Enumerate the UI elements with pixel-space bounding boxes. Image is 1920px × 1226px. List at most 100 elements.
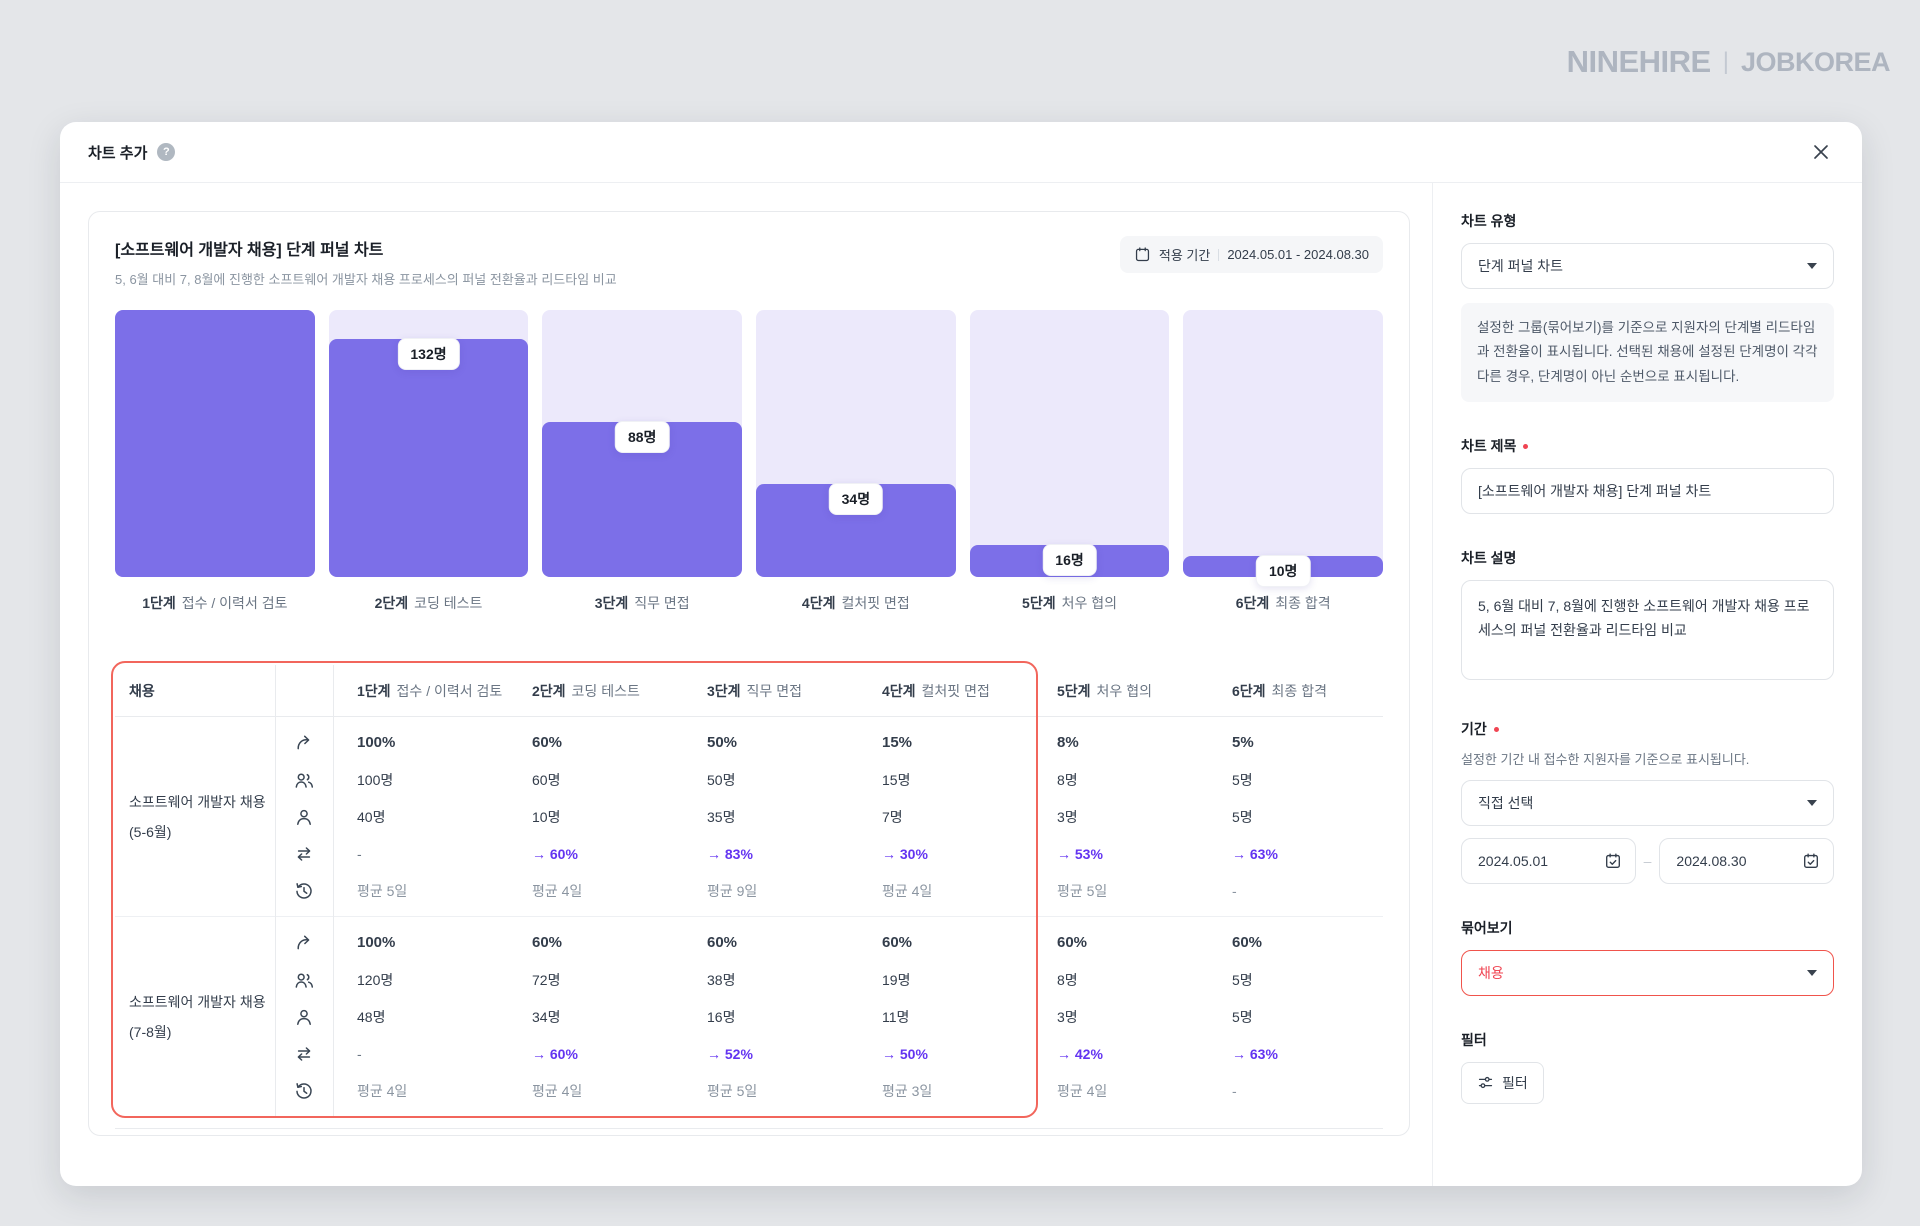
people-icon — [295, 772, 314, 788]
funnel-bar-track: 16명 — [969, 310, 1170, 577]
funnel-stage-label: 1단계 접수 / 이력서 검토 — [142, 595, 288, 611]
period-type-select-value: 직접 선택 — [1478, 794, 1534, 811]
table-cell: 16명 — [707, 1008, 736, 1025]
end-date-input[interactable]: 2024.08.30 — [1659, 837, 1835, 884]
table-group: 소프트웨어 개발자 채용 (7-8월) 100% 60% 60% 60% 60% 60% 12… — [115, 916, 1383, 1116]
table-cell: 11명 — [882, 1008, 910, 1025]
chart-card-header: [소프트웨어 개발자 채용] 단계 퍼널 차트 5, 6월 대비 7, 8월에 … — [115, 236, 1383, 288]
table-header-stage: 2단계 코딩 테스트 — [532, 682, 640, 699]
funnel-bar-track — [115, 310, 315, 577]
close-button[interactable] — [1806, 137, 1836, 167]
funnel-table-grid: 채용 1단계 접수 / 이력서 검토 2단계 코딩 테스트 3단계 직무 면접 4단계 컬처핏 … — [115, 665, 1383, 1116]
chart-desc-field: 차트 설명 5, 6월 대비 7, 8월에 진행한 소프트웨어 개발자 채용 프… — [1461, 548, 1834, 685]
period-field: 기간 설정한 기간 내 접수한 지원자를 기준으로 표시됩니다. 직접 선택 2… — [1461, 719, 1835, 884]
funnel-table: 채용 1단계 접수 / 이력서 검토 2단계 코딩 테스트 3단계 직무 면접 4단계 컬처핏 … — [111, 661, 1383, 1129]
conversion-arrow-icon — [297, 735, 310, 749]
table-cell: 8% — [1057, 734, 1079, 751]
table-cell: → 60% — [532, 1045, 578, 1062]
table-cell: 3명 — [1057, 1008, 1078, 1025]
table-cell: 60% — [1057, 934, 1088, 951]
table-cell: 100% — [357, 934, 396, 951]
chart-subtitle: 5, 6월 대비 7, 8월에 진행한 소프트웨어 개발자 채용 프로세스의 퍼… — [115, 272, 617, 287]
table-cell: 60% — [532, 734, 563, 751]
table-cell: 19명 — [882, 971, 911, 988]
funnel-stage-label: 4단계 컬처핏 면접 — [801, 595, 910, 611]
badge-separator — [1218, 248, 1220, 261]
chart-title-input[interactable] — [1461, 467, 1834, 514]
funnel-bar-fill — [328, 339, 529, 577]
metric-people — [294, 770, 314, 790]
table-cell: 평균 3일 — [882, 1082, 933, 1099]
table-cell: - — [357, 1045, 362, 1062]
modal-title: 차트 추가 — [88, 144, 148, 162]
table-cell: → 60% — [532, 845, 578, 862]
period-type-select[interactable]: 직접 선택 — [1461, 779, 1834, 826]
chevron-down-icon — [1807, 263, 1817, 269]
date-range-dash: – — [1643, 852, 1652, 869]
chart-title-field: 차트 제목 — [1461, 436, 1834, 514]
funnel-stage-label: 3단계 직무 면접 — [594, 595, 690, 611]
table-cell: 평균 9일 — [707, 882, 758, 899]
table-cell: 5명 — [1232, 1008, 1253, 1025]
table-cell: 100명 — [357, 771, 394, 788]
table-cell: 15명 — [882, 771, 911, 788]
calendar-check-icon — [1804, 853, 1818, 868]
metric-history-clock — [294, 1081, 314, 1101]
table-header-stage: 5단계 처우 협의 — [1057, 682, 1152, 699]
funnel-bar-track: 132명 — [328, 310, 529, 577]
start-date-input[interactable]: 2024.05.01 — [1461, 837, 1636, 884]
chart-type-select[interactable]: 단계 퍼널 차트 — [1461, 243, 1834, 289]
table-cell: 60% — [707, 934, 738, 951]
period-badge-value: 2024.05.01 - 2024.08.30 — [1227, 247, 1369, 262]
group-by-field: 묶어보기 채용 — [1461, 918, 1834, 996]
metric-person — [294, 807, 314, 827]
chart-desc-textarea[interactable]: 5, 6월 대비 7, 8월에 진행한 소프트웨어 개발자 채용 프로세스의 퍼… — [1461, 579, 1834, 680]
chevron-down-icon — [1807, 969, 1817, 976]
table-cell: 평균 4일 — [532, 1082, 583, 1099]
table-cell: 평균 5일 — [1057, 882, 1108, 899]
table-header-group-col: 채용 — [129, 682, 155, 699]
transfer-arrows-icon — [297, 1046, 311, 1061]
calendar-icon — [1135, 247, 1149, 262]
chart-type-field: 차트 유형 단계 퍼널 차트 설정한 그룹(묶어보기)를 기준으로 지원자의 단… — [1461, 211, 1834, 402]
table-group-label: 소프트웨어 개발자 채용 (7-8월) — [129, 993, 266, 1040]
funnel-bar-track: 10명 — [1183, 310, 1384, 587]
required-dot — [1523, 444, 1529, 450]
history-clock-icon — [296, 1082, 312, 1099]
table-cell: 평균 5일 — [707, 1082, 758, 1099]
funnel-bar-value-pill: 34명 — [828, 482, 884, 515]
add-chart-modal: 차트 추가 ? [소프트웨어 개발자 채용] 단계 퍼널 차트 5, 6월 대비… — [60, 122, 1862, 1186]
table-cell: 120명 — [357, 971, 394, 988]
table-cell: 100% — [357, 734, 396, 751]
logo-ninehire: NINEHIRE — [1566, 44, 1712, 79]
logo-divider: | — [1722, 48, 1729, 75]
help-icon[interactable]: ? — [157, 143, 176, 161]
chevron-down-icon — [1807, 799, 1817, 806]
period-label: 기간 — [1461, 719, 1834, 739]
modal-header: 차트 추가 ? — [60, 122, 1862, 183]
table-cell: 8명 — [1057, 971, 1078, 988]
filter-button[interactable]: 필터 — [1461, 1061, 1544, 1104]
metric-conversion-arrow — [294, 733, 314, 753]
table-vertical-divider — [333, 665, 334, 1116]
filter-sliders-icon — [1478, 1077, 1493, 1089]
funnel-bar-value-pill: 10명 — [1255, 554, 1311, 587]
table-header-stage: 6단계 최종 합격 — [1232, 682, 1327, 699]
funnel-stage-label: 2단계 코딩 테스트 — [374, 595, 483, 611]
table-cell: → 30% — [882, 845, 928, 862]
group-by-select-value: 채용 — [1478, 964, 1504, 981]
group-by-select[interactable]: 채용 — [1461, 949, 1834, 996]
chart-title: [소프트웨어 개발자 채용] 단계 퍼널 차트 — [115, 242, 384, 259]
table-cell: 40명 — [357, 808, 386, 825]
filter-field: 필터 필터 — [1461, 1030, 1834, 1104]
chart-type-select-value: 단계 퍼널 차트 — [1478, 258, 1564, 274]
chart-type-label: 차트 유형 — [1461, 213, 1517, 229]
table-header-stage: 4단계 컬처핏 면접 — [882, 682, 990, 699]
person-icon — [297, 809, 311, 825]
table-group: 소프트웨어 개발자 채용 (5-6월) 100% 60% 50% 15% 8% 5% 100명… — [115, 717, 1383, 916]
conversion-arrow-icon — [297, 935, 310, 949]
table-cell: 15% — [882, 734, 913, 751]
table-cell: 평균 4일 — [357, 1082, 408, 1099]
table-cell: 50명 — [707, 771, 736, 788]
modal-body: [소프트웨어 개발자 채용] 단계 퍼널 차트 5, 6월 대비 7, 8월에 … — [60, 183, 1862, 1186]
